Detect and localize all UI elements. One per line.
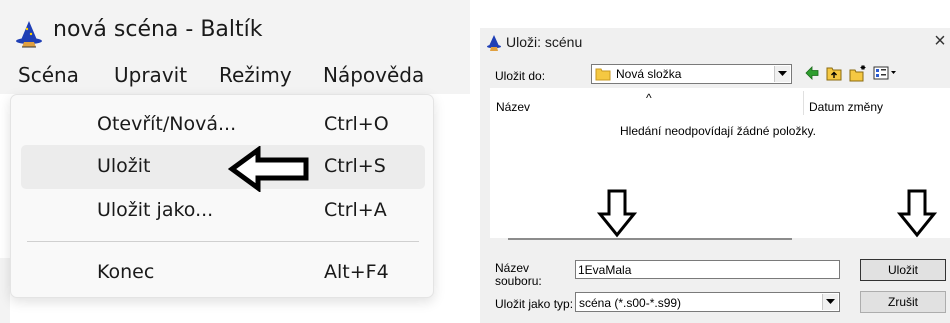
filetype-label: Uložit jako typ: (495, 297, 574, 311)
menu-item-shortcut: Ctrl+A (324, 199, 387, 221)
menu-item-shortcut: Alt+F4 (324, 261, 389, 283)
save-in-label: Uložit do: (495, 69, 546, 83)
dialog-title: Uloži: scénu (506, 34, 583, 50)
column-header-name[interactable]: Název (496, 100, 530, 114)
menu-item-shortcut: Ctrl+O (324, 113, 389, 135)
column-separator[interactable] (803, 91, 804, 115)
menu-bar: Scéna Upravit Režimy Nápověda (0, 62, 470, 94)
menu-napoveda[interactable]: Nápověda (323, 63, 424, 87)
wizard-icon (487, 35, 501, 51)
title-bar: nová scéna - Baltík (0, 0, 470, 62)
menu-scena[interactable]: Scéna (18, 63, 79, 87)
filename-label-line: souboru: (495, 274, 542, 288)
wizard-icon (16, 21, 42, 48)
menu-item-label: Uložit jako... (97, 199, 214, 221)
horizontal-scrollbar[interactable] (508, 238, 792, 240)
up-folder-icon[interactable] (826, 65, 842, 81)
menu-separator (27, 241, 419, 242)
chevron-down-icon[interactable] (822, 294, 838, 310)
filetype-value: scéna (*.s00-*.s99) (579, 296, 682, 310)
file-list[interactable]: Název ^ Datum změny Hledání neodpovídají… (490, 88, 950, 238)
filename-label: Název souboru: (495, 262, 542, 288)
menu-item-label: Konec (97, 261, 155, 283)
scena-dropdown-menu: Otevřít/Nová... Ctrl+O Uložit Ctrl+S Ulo… (10, 94, 434, 298)
baltik-window: nová scéna - Baltík Scéna Upravit Režimy… (0, 0, 470, 323)
menu-item-label: Otevřít/Nová... (97, 113, 237, 135)
menu-item-save-as[interactable]: Uložit jako... Ctrl+A (21, 189, 425, 233)
menu-item-open[interactable]: Otevřít/Nová... Ctrl+O (21, 103, 425, 147)
cancel-button[interactable]: Zrušit (860, 291, 946, 313)
filename-label-line: Název (495, 261, 530, 275)
save-button[interactable]: Uložit (860, 259, 946, 281)
new-folder-icon[interactable] (849, 64, 867, 82)
chevron-down-icon[interactable] (774, 66, 790, 82)
save-in-select[interactable]: Nová složka (591, 64, 792, 84)
arrow-down-icon (597, 189, 637, 238)
views-icon[interactable] (873, 66, 897, 80)
arrow-left-icon (228, 146, 309, 192)
save-in-value: Nová složka (616, 67, 682, 81)
menu-item-exit[interactable]: Konec Alt+F4 (21, 251, 425, 295)
filename-input[interactable] (575, 260, 840, 279)
arrow-down-icon (897, 189, 937, 238)
menu-rezimy[interactable]: Režimy (219, 63, 292, 87)
window-title: nová scéna - Baltík (53, 17, 263, 42)
folder-icon (595, 68, 611, 81)
column-header-date[interactable]: Datum změny (809, 100, 883, 114)
sort-indicator-icon: ^ (646, 91, 652, 105)
menu-upravit[interactable]: Upravit (114, 63, 187, 87)
menu-item-shortcut: Ctrl+S (324, 155, 386, 177)
menu-item-save[interactable]: Uložit Ctrl+S (21, 145, 425, 189)
window-background (0, 258, 10, 323)
back-arrow-icon[interactable] (805, 66, 819, 80)
close-icon[interactable]: × (931, 30, 949, 52)
filetype-select[interactable]: scéna (*.s00-*.s99) (575, 292, 840, 312)
menu-item-label: Uložit (97, 155, 151, 177)
empty-list-message: Hledání neodpovídají žádné položky. (620, 124, 816, 138)
save-dialog: Uloži: scénu × Uložit do: Nová složka Ná… (480, 28, 950, 323)
